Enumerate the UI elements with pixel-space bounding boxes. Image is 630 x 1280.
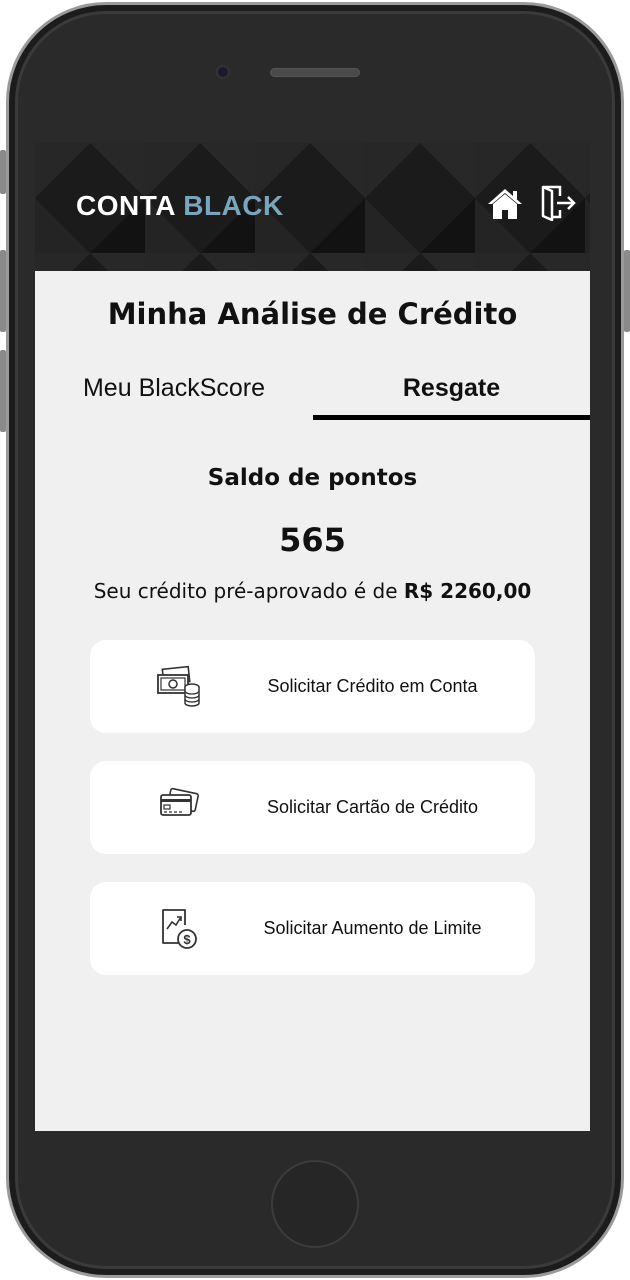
phone-volume-up-button bbox=[0, 250, 6, 332]
app-header: CONTA BLACK bbox=[35, 143, 590, 271]
phone-volume-down-button bbox=[0, 350, 6, 432]
money-coins-icon bbox=[157, 665, 200, 707]
brand-part1: CONTA bbox=[76, 190, 175, 221]
front-camera bbox=[216, 65, 230, 79]
svg-text:$: $ bbox=[183, 932, 191, 947]
request-credit-card-label: Solicitar Cartão de Crédito bbox=[266, 797, 479, 817]
credit-prefix: Seu crédito pré-aprovado é de bbox=[93, 579, 398, 603]
request-account-credit-button[interactable]: Solicitar Crédito em Conta bbox=[90, 640, 535, 733]
growth-dollar-icon: $ bbox=[162, 909, 197, 949]
active-tab-indicator bbox=[313, 415, 590, 420]
phone-side-button bbox=[0, 150, 6, 194]
home-icon[interactable] bbox=[487, 187, 523, 221]
points-balance-label: Saldo de pontos bbox=[207, 465, 418, 491]
preapproved-credit-text: Seu crédito pré-aprovado é de R$ 2260,00 bbox=[35, 579, 590, 603]
earpiece-speaker bbox=[270, 68, 360, 77]
tab-bar: Meu BlackScore Resgate bbox=[35, 369, 590, 421]
tab-resgate[interactable]: Resgate bbox=[313, 369, 590, 417]
request-limit-increase-label: Solicitar Aumento de Limite bbox=[263, 918, 482, 938]
logout-icon[interactable] bbox=[540, 185, 578, 221]
page-title: Minha Análise de Crédito bbox=[107, 297, 518, 331]
request-account-credit-label: Solicitar Crédito em Conta bbox=[267, 676, 478, 696]
points-balance-value: 565 bbox=[279, 521, 346, 559]
request-limit-increase-button[interactable]: $ Solicitar Aumento de Limite bbox=[90, 882, 535, 975]
app-screen: CONTA BLACK Minha Análise de Crédito Meu… bbox=[35, 143, 590, 1131]
phone-home-button[interactable] bbox=[271, 1160, 359, 1248]
request-credit-card-button[interactable]: Solicitar Cartão de Crédito bbox=[90, 761, 535, 854]
brand-logo: CONTA BLACK bbox=[76, 190, 284, 222]
credit-value: R$ 2260,00 bbox=[403, 579, 532, 603]
brand-part2: BLACK bbox=[183, 190, 284, 221]
credit-cards-icon bbox=[160, 787, 199, 816]
tab-meu-blackscore[interactable]: Meu BlackScore bbox=[35, 369, 313, 417]
phone-power-button bbox=[624, 250, 630, 332]
